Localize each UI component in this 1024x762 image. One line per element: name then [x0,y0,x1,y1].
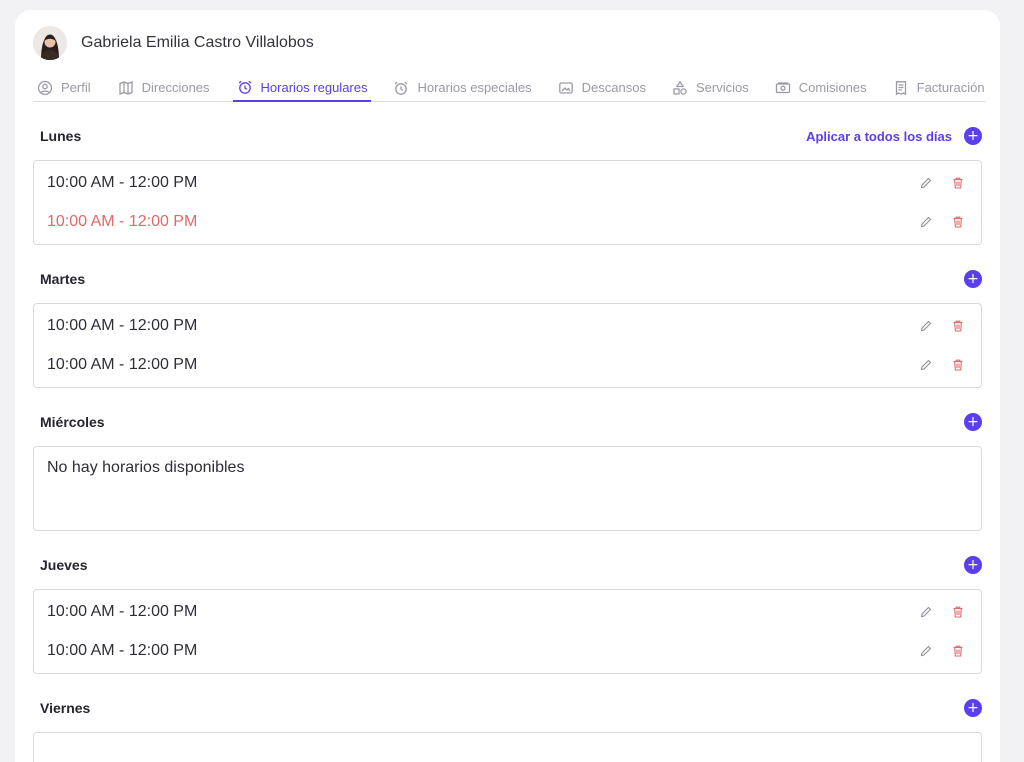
trash-icon[interactable] [951,644,965,658]
tab-label: Perfil [61,80,91,95]
day-header-viernes: Viernes + [40,696,982,720]
edit-pencil-icon[interactable] [919,605,933,619]
tab-label: Comisiones [798,80,867,95]
avatar [33,26,67,60]
alarm-clock-icon [393,80,409,96]
day-header-miercoles: Miércoles + [40,410,982,434]
user-header: Gabriela Emilia Castro Villalobos [33,26,314,60]
tab-facturacion[interactable]: Facturación [889,74,989,101]
tab-descansos[interactable]: Descansos [554,74,650,101]
image-icon [558,80,574,96]
tab-bar: Perfil Direcciones Horarios regulares Ho… [33,74,986,102]
tab-comisiones[interactable]: Comisiones [771,74,871,101]
slot-time: 10:00 AM - 12:00 PM [47,174,198,191]
tab-direcciones[interactable]: Direcciones [114,74,214,101]
tab-label: Direcciones [141,80,210,95]
slot-time: 10:00 AM - 12:00 PM [47,603,198,620]
map-icon [118,80,134,96]
edit-pencil-icon[interactable] [919,176,933,190]
trash-icon[interactable] [951,215,965,229]
slot-list-miercoles: No hay horarios disponibles [33,446,982,531]
slot-time: 10:00 AM - 12:00 PM [47,317,198,334]
time-slot: 10:00 AM - 12:00 PM [47,600,965,624]
tab-label: Servicios [695,80,749,95]
add-slot-button[interactable]: + [964,127,982,145]
apply-all-days-link[interactable]: Aplicar a todos los días [806,129,952,144]
day-header-lunes: Lunes Aplicar a todos los días + [40,124,982,148]
time-slot: 10:00 AM - 12:00 PM [47,353,965,377]
add-slot-button[interactable]: + [964,413,982,431]
slot-time: 10:00 AM - 12:00 PM [47,213,198,230]
day-title: Martes [40,271,86,287]
day-title: Lunes [40,128,82,144]
time-slot: 10:00 AM - 12:00 PM [47,210,965,234]
user-name: Gabriela Emilia Castro Villalobos [81,34,314,51]
edit-pencil-icon[interactable] [919,319,933,333]
alarm-clock-icon [237,79,253,95]
edit-pencil-icon[interactable] [919,215,933,229]
money-icon [775,80,791,96]
time-slot: 10:00 AM - 12:00 PM [47,314,965,338]
tab-label: Horarios regulares [260,79,368,95]
tab-label: Horarios especiales [417,80,532,95]
empty-state-text: No hay horarios disponibles [47,459,245,476]
slot-time: 10:00 AM - 12:00 PM [47,642,198,659]
user-circle-icon [37,80,53,96]
tab-horarios-especiales[interactable]: Horarios especiales [389,74,535,101]
day-title: Jueves [40,557,88,573]
schedule-card: Gabriela Emilia Castro Villalobos Perfil… [15,10,1000,762]
trash-icon[interactable] [951,319,965,333]
slot-time: 10:00 AM - 12:00 PM [47,356,198,373]
receipt-icon [893,80,909,96]
add-slot-button[interactable]: + [964,270,982,288]
day-title: Miércoles [40,414,105,430]
slot-list-lunes: 10:00 AM - 12:00 PM 10:00 AM - 12:00 PM [33,160,982,245]
slot-list-viernes [33,732,982,762]
trash-icon[interactable] [951,358,965,372]
add-slot-button[interactable]: + [964,556,982,574]
day-title: Viernes [40,700,91,716]
tab-servicios[interactable]: Servicios [668,74,753,101]
day-header-martes: Martes + [40,267,982,291]
trash-icon[interactable] [951,176,965,190]
time-slot: 10:00 AM - 12:00 PM [47,171,965,195]
shapes-icon [672,80,688,96]
slot-list-jueves: 10:00 AM - 12:00 PM 10:00 AM - 12:00 PM [33,589,982,674]
edit-pencil-icon[interactable] [919,358,933,372]
day-header-jueves: Jueves + [40,553,982,577]
tab-label: Descansos [581,80,646,95]
add-slot-button[interactable]: + [964,699,982,717]
trash-icon[interactable] [951,605,965,619]
tab-horarios-regulares[interactable]: Horarios regulares [232,74,372,102]
time-slot: 10:00 AM - 12:00 PM [47,639,965,663]
tab-label: Facturación [916,80,985,95]
edit-pencil-icon[interactable] [919,644,933,658]
slot-list-martes: 10:00 AM - 12:00 PM 10:00 AM - 12:00 PM [33,303,982,388]
tab-perfil[interactable]: Perfil [33,74,95,101]
